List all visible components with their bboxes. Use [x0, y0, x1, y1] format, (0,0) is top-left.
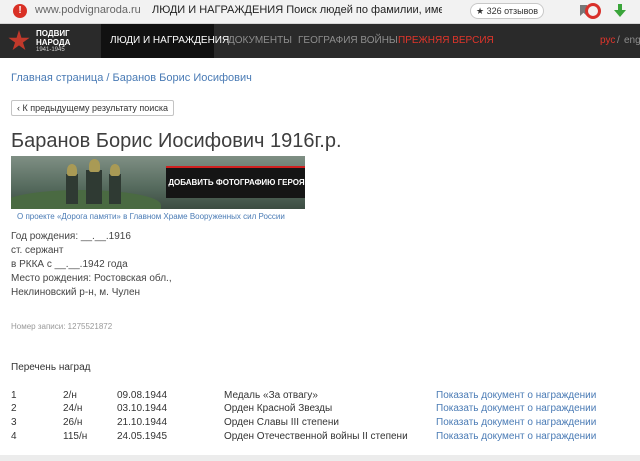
- page-title: Баранов Борис Иосифович 1916г.р.: [11, 130, 342, 152]
- extension-power-icon[interactable]: [585, 3, 601, 19]
- award-index: 3: [11, 417, 17, 428]
- birth-place-district: Неклиновский р-н, м. Чулен: [11, 287, 141, 298]
- military-rank: ст. сержант: [11, 245, 64, 256]
- browser-address-bar: ! www.podvignaroda.ru ЛЮДИ И НАГРАЖДЕНИЯ…: [0, 0, 640, 24]
- add-hero-photo-button[interactable]: ДОБАВИТЬ ФОТОГРАФИЮ ГЕРОЯ: [166, 166, 305, 198]
- award-number: 26/н: [63, 417, 83, 428]
- download-extension-icon[interactable]: [614, 4, 626, 18]
- show-award-document-link[interactable]: Показать документ о награждении: [436, 390, 596, 401]
- nav-war-geography[interactable]: ГЕОГРАФИЯ ВОЙНЫ: [298, 35, 398, 46]
- breadcrumb: Главная страница / Баранов Борис Иосифов…: [11, 72, 252, 84]
- award-name: Орден Красной Звезды: [224, 403, 333, 414]
- site-header: ПОДВИГ НАРОДА 1941-1945 ЛЮДИ И НАГРАЖДЕН…: [0, 24, 640, 58]
- nav-previous-version[interactable]: ПРЕЖНЯЯ ВЕРСИЯ: [398, 35, 494, 46]
- award-index: 4: [11, 431, 17, 442]
- red-star-logo-icon: [8, 30, 30, 51]
- logo-line1: ПОДВИГ: [36, 29, 70, 38]
- award-number: 115/н: [63, 431, 88, 442]
- table-row: 2 24/н 03.10.1944 Орден Красной Звезды П…: [0, 403, 640, 416]
- memory-road-link[interactable]: О проекте «Дорога памяти» в Главном Храм…: [17, 212, 285, 221]
- birth-place: Место рождения: Ростовская обл.,: [11, 273, 172, 284]
- award-date: 24.05.1945: [117, 431, 168, 442]
- show-award-document-link[interactable]: Показать документ о награждении: [436, 431, 596, 442]
- record-number: Номер записи: 1275521872: [11, 322, 113, 331]
- breadcrumb-home-link[interactable]: Главная страница: [11, 72, 103, 84]
- award-name: Медаль «За отвагу»: [224, 390, 318, 401]
- logo-years: 1941-1945: [36, 47, 65, 53]
- memory-road-banner[interactable]: ДОБАВИТЬ ФОТОГРАФИЮ ГЕРОЯ: [11, 156, 305, 209]
- service-start: в РККА с __.__.1942 года: [11, 259, 128, 270]
- birth-year: Год рождения: __.__.1916: [11, 231, 131, 242]
- logo-line2: НАРОДА: [36, 38, 71, 47]
- nav-people-awards[interactable]: ЛЮДИ И НАГРАЖДЕНИЯ: [110, 35, 229, 46]
- award-date: 09.08.1944: [117, 390, 168, 401]
- address-url[interactable]: www.podvignaroda.ru: [35, 4, 141, 16]
- lang-separator: /: [617, 35, 620, 46]
- award-index: 1: [11, 390, 17, 401]
- award-name: Орден Отечественной войны II степени: [224, 431, 408, 442]
- award-date: 21.10.1944: [117, 417, 168, 428]
- show-award-document-link[interactable]: Показать документ о награждении: [436, 417, 596, 428]
- lang-en-link[interactable]: eng: [624, 35, 640, 46]
- table-row: 4 115/н 24.05.1945 Орден Отечественной в…: [0, 431, 640, 444]
- browser-page-title: ЛЮДИ И НАГРАЖДЕНИЯ Поиск людей по фамили…: [152, 4, 442, 16]
- award-number: 24/н: [63, 403, 83, 414]
- nav-documents[interactable]: ДОКУМЕНТЫ: [228, 35, 292, 46]
- award-index: 2: [11, 403, 17, 414]
- award-date: 03.10.1944: [117, 403, 168, 414]
- awards-heading: Перечень наград: [11, 362, 91, 373]
- not-secure-warning-icon[interactable]: !: [13, 4, 27, 18]
- lang-ru-link[interactable]: рус: [600, 35, 615, 46]
- show-award-document-link[interactable]: Показать документ о награждении: [436, 403, 596, 414]
- breadcrumb-current[interactable]: Баранов Борис Иосифович: [113, 72, 252, 84]
- table-row: 1 2/н 09.08.1944 Медаль «За отвагу» Пока…: [0, 390, 640, 403]
- page-bottom-edge: [0, 455, 640, 461]
- site-logo[interactable]: ПОДВИГ НАРОДА 1941-1945: [6, 26, 92, 56]
- table-row: 3 26/н 21.10.1944 Орден Славы III степен…: [0, 417, 640, 430]
- back-to-results-label: К предыдущему результату поиска: [22, 103, 168, 113]
- award-number: 2/н: [63, 390, 77, 401]
- award-name: Орден Славы III степени: [224, 417, 339, 428]
- breadcrumb-separator: /: [103, 72, 113, 84]
- reviews-badge[interactable]: ★ 326 отзывов: [470, 3, 545, 19]
- back-to-results-button[interactable]: ‹ К предыдущему результату поиска: [11, 100, 174, 116]
